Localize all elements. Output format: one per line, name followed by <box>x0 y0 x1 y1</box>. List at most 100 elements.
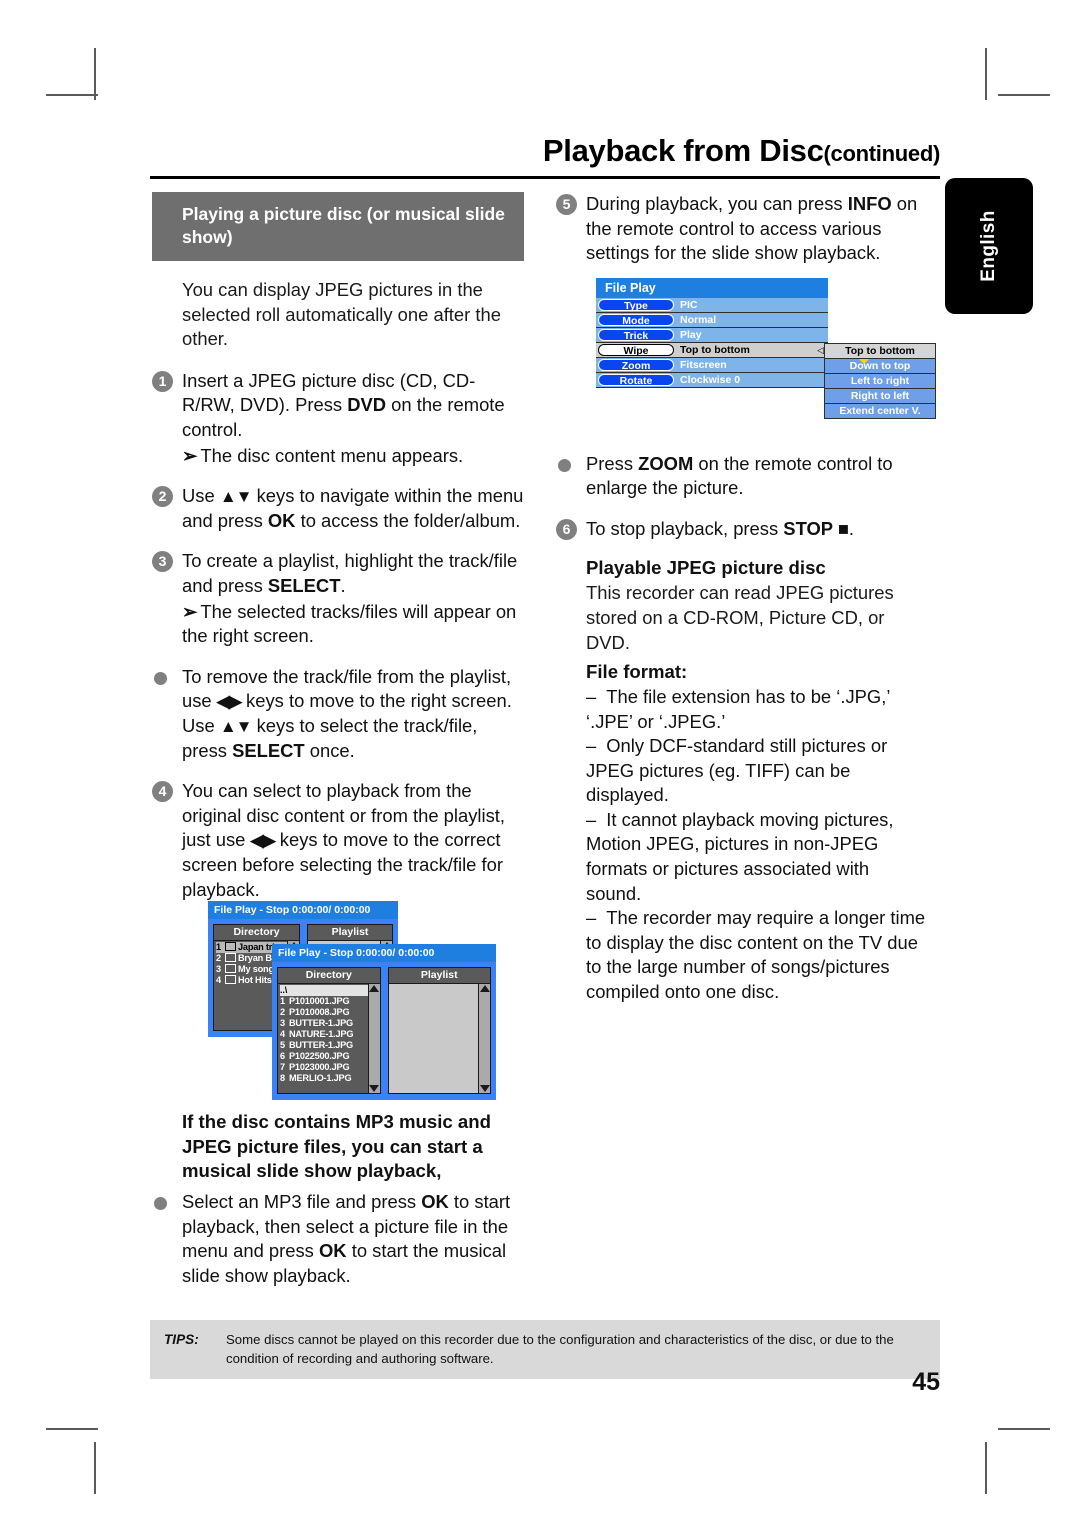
setting-label: Mode <box>598 314 674 327</box>
bullet-keyword: SELECT <box>232 739 305 761</box>
dash-icon: – <box>586 907 597 929</box>
scroll-down-icon <box>369 1085 379 1092</box>
step-text: To stop playback, press STOP ■. <box>586 517 928 542</box>
setting-label: Rotate <box>598 374 674 387</box>
step-6: 6 To stop playback, press STOP ■. <box>556 517 928 542</box>
item-name: P1022500.JPG <box>289 1051 350 1061</box>
step-4: 4 You can select to playback from the or… <box>152 779 524 902</box>
directory-header: Directory <box>213 924 301 941</box>
osd-title-bar: File Play - Stop 0:00:00/ 0:00:00 <box>208 901 398 919</box>
step-keyword: DVD <box>347 394 387 416</box>
step-marker: 5 <box>556 194 577 215</box>
item-number: 8 <box>280 1073 285 1083</box>
parent-directory-item: ..\ <box>280 985 368 996</box>
bullet-icon <box>154 1197 167 1211</box>
tips-text: Some discs cannot be played on this reco… <box>226 1332 894 1367</box>
setting-value: PIC <box>680 299 698 311</box>
playlist-list <box>388 984 478 1093</box>
item-number: 7 <box>280 1062 285 1072</box>
left-right-arrows-icon: ◀▶ <box>216 692 242 712</box>
list-item: 4 NATURE-1.JPG <box>280 1029 368 1040</box>
dash-icon: – <box>586 686 597 708</box>
folder-icon <box>225 975 236 984</box>
selection-marker-icon <box>859 359 869 364</box>
step-3: 3 To create a playlist, highlight the tr… <box>152 549 524 648</box>
setting-row-type: Type PIC <box>596 298 828 313</box>
up-down-arrows-icon: ▲▼ <box>219 716 253 736</box>
list-item: 6 P1022500.JPG <box>280 1051 368 1062</box>
bullet-keyword: OK <box>319 1240 347 1262</box>
step-marker: 6 <box>556 518 577 540</box>
list-item: 8 MERLIO-1.JPG <box>280 1073 368 1084</box>
osd-file-browser-front: File Play - Stop 0:00:00/ 0:00:00 Direct… <box>272 944 496 1100</box>
file-format-item-text: Only DCF-standard still pictures or JPEG… <box>586 735 888 806</box>
setting-value: Clockwise 0 <box>680 374 741 386</box>
jpeg-disc-text: This recorder can read JPEG pictures sto… <box>586 582 894 653</box>
remove-track-bullet: To remove the track/file from the playli… <box>152 665 524 764</box>
item-number: 1 <box>216 942 221 952</box>
page-number: 45 <box>912 1368 940 1396</box>
mp3-bullet-text: Select an MP3 file and press OK to start… <box>182 1190 524 1288</box>
bullet-text: Press ZOOM on the remote control to enla… <box>586 452 928 501</box>
step-text: During playback, you can press INFO on t… <box>586 192 928 266</box>
page-title-main: Playback from Disc <box>542 133 824 168</box>
setting-row-rotate: Rotate Clockwise 0 <box>596 373 828 388</box>
setting-label: Type <box>598 299 674 312</box>
crop-mark-bottom-left-horizontal <box>46 1428 98 1430</box>
step-text-part: . <box>340 574 346 596</box>
submenu-item: Extend center V. <box>825 404 935 418</box>
step-result: ➢ The disc content menu appears. <box>182 444 524 469</box>
arrow-right-icon: ➢ <box>182 444 198 466</box>
intro-paragraph: You can display JPEG pictures in the sel… <box>182 279 501 350</box>
section-heading: Playing a picture disc (or musical slide… <box>152 192 524 262</box>
left-column: Playing a picture disc (or musical slide… <box>152 192 524 918</box>
scroll-up-icon <box>369 985 379 992</box>
scroll-up-icon <box>479 985 490 992</box>
step-marker: 3 <box>152 551 173 573</box>
dash-icon: – <box>586 735 597 757</box>
setting-value: Play <box>680 329 702 341</box>
folder-icon <box>225 942 236 951</box>
list-item: 3 BUTTER-1.JPG <box>280 1018 368 1029</box>
bullet-text-part: once. <box>304 739 355 761</box>
step-marker: 2 <box>152 486 173 508</box>
directory-pane: Directory ..\ 1 P1010001.JPG 2 P1010008.JP… <box>277 967 381 1094</box>
osd-title-bar: File Play - Stop 0:00:00/ 0:00:00 <box>272 944 496 962</box>
item-name: Hot Hits <box>238 975 272 985</box>
bullet-keyword: ZOOM <box>638 452 694 474</box>
osd-settings-menu: File Play Type PIC Mode Normal Trick Pla… <box>596 278 828 388</box>
tips-box: TIPS: Some discs cannot be played on thi… <box>150 1320 940 1380</box>
folder-icon <box>225 953 236 962</box>
item-name: MERLIO-1.JPG <box>289 1073 352 1083</box>
step-keyword: SELECT <box>267 574 341 596</box>
setting-value: Normal <box>680 314 717 326</box>
setting-row-mode: Mode Normal <box>596 313 828 328</box>
submenu-item: Top to bottom <box>825 344 935 359</box>
crop-mark-top-right-vertical <box>985 48 987 100</box>
step-5: 5 During playback, you can press INFO on… <box>556 192 928 266</box>
jpeg-disc-heading: Playable JPEG picture disc <box>586 557 826 579</box>
setting-row-wipe: Wipe Top to bottom ◁ <box>596 343 828 358</box>
file-format-item: – It cannot playback moving pictures, Mot… <box>556 808 928 906</box>
item-name: P1010001.JPG <box>289 996 350 1006</box>
step-text: You can select to playback from the orig… <box>182 779 524 902</box>
item-number: 1 <box>280 996 285 1006</box>
folder-icon <box>225 964 236 973</box>
step-result-text: The disc content menu appears. <box>200 444 464 466</box>
list-item: 2 P1010008.JPG <box>280 1007 368 1018</box>
setting-value: Fitscreen <box>680 359 727 371</box>
list-item: 7 P1023000.JPG <box>280 1062 368 1073</box>
stop-button-keyword: STOP ■ <box>783 517 849 539</box>
file-format-item-text: The recorder may require a longer time t… <box>586 907 926 1002</box>
step-marker: 4 <box>152 781 173 803</box>
step-text-part: to access the folder/album. <box>295 509 521 531</box>
file-format-item-text: It cannot playback moving pictures, Moti… <box>586 808 894 904</box>
item-number: 5 <box>280 1040 285 1050</box>
submenu-item: Right to left <box>825 389 935 404</box>
mp3-bullet: Select an MP3 file and press OK to start… <box>152 1190 524 1288</box>
dash-icon: – <box>586 808 597 830</box>
playlist-header: Playlist <box>307 924 393 941</box>
osd-title-bar: File Play <box>596 278 828 298</box>
item-number: 4 <box>216 975 221 985</box>
item-number: 3 <box>216 964 221 974</box>
